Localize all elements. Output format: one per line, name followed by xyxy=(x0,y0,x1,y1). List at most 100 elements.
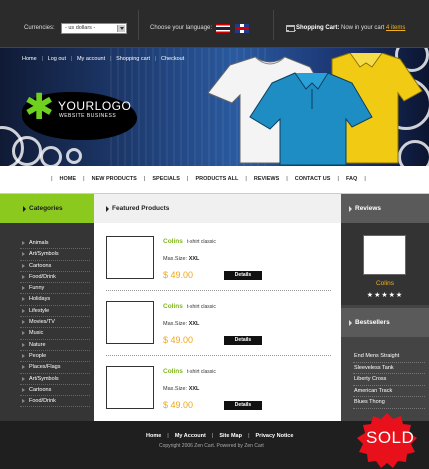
footer-links: Home | My Account | Site Map | Privacy Notice xyxy=(146,433,294,439)
bestsellers-title: Bestsellers xyxy=(355,319,390,326)
nav-products-all[interactable]: PRODUCTS ALL xyxy=(195,176,238,182)
category-label: Food/Drink xyxy=(29,398,56,405)
currency-select[interactable]: - us dollars - xyxy=(61,23,127,34)
language-label: Choose your language: xyxy=(150,25,213,31)
cart-label: Shopping Cart: xyxy=(296,25,340,31)
category-label: Nature xyxy=(29,341,46,348)
category-label: Places/Flags xyxy=(29,364,61,371)
product-name[interactable]: Colins xyxy=(163,238,183,245)
category-label: Music xyxy=(29,330,44,337)
featured-header: Featured Products xyxy=(94,194,341,223)
category-item[interactable]: Lifestyle xyxy=(20,306,90,318)
divider xyxy=(106,355,331,356)
nav-home[interactable]: HOME xyxy=(60,176,77,182)
bullet-icon xyxy=(22,376,25,381)
header-link-logout[interactable]: Log out xyxy=(48,56,66,62)
bestseller-item[interactable]: American Track xyxy=(353,386,425,397)
review-product-name[interactable]: Colins xyxy=(341,280,429,287)
bestseller-item[interactable]: Blues Thong xyxy=(353,397,425,409)
category-item[interactable]: Movies/TV xyxy=(20,317,90,329)
shopping-cart-icon[interactable] xyxy=(285,24,296,32)
nav-reviews[interactable]: REVIEWS xyxy=(254,176,279,182)
category-label: Lifestyle xyxy=(29,307,50,314)
footer-link-home[interactable]: Home xyxy=(146,433,161,439)
category-item[interactable]: Cartoons xyxy=(20,385,90,397)
cart-text: Now in your cart xyxy=(341,25,385,31)
cart-items-link[interactable]: 4 items xyxy=(386,25,405,31)
bullet-icon xyxy=(22,241,25,245)
product-name[interactable]: Colins xyxy=(163,368,183,375)
logo-subtitle: WEBSITE BUSINESS xyxy=(59,113,117,119)
category-item[interactable]: Music xyxy=(20,328,90,340)
footer-link-sitemap[interactable]: Site Map xyxy=(219,433,242,439)
bullet-icon xyxy=(22,297,25,302)
category-item[interactable]: Nature xyxy=(20,340,90,351)
categories-header: Categories xyxy=(0,194,94,223)
category-label: Cartoons xyxy=(29,386,52,393)
product-image[interactable] xyxy=(106,236,154,279)
details-button[interactable]: Details xyxy=(224,401,262,410)
product-size: Max.Size: XXL xyxy=(163,321,199,327)
bestseller-item[interactable]: Sleeveless Tank xyxy=(353,363,425,374)
product-card: Colins t-shirt classic Max.Size: XXL $ 4… xyxy=(106,360,331,425)
header-link-cart[interactable]: Shopping cart xyxy=(116,56,150,62)
category-item[interactable]: Holidays xyxy=(20,294,90,306)
header-link-account[interactable]: My account xyxy=(77,56,105,62)
header-link-checkout[interactable]: Checkout xyxy=(161,56,184,62)
category-item[interactable]: Art/Symbols xyxy=(20,374,90,385)
product-price: $ 49.00 xyxy=(163,400,194,410)
product-image[interactable] xyxy=(106,301,154,344)
divider xyxy=(106,290,331,291)
nav-specials[interactable]: SPECIALS xyxy=(152,176,180,182)
chevron-down-icon[interactable] xyxy=(117,25,125,32)
nav-faq[interactable]: FAQ xyxy=(346,176,357,182)
review-box: Colins ★★★★★ xyxy=(341,223,429,305)
bullet-icon xyxy=(22,320,25,325)
product-name[interactable]: Colins xyxy=(163,303,183,310)
thai-flag-icon[interactable] xyxy=(216,24,230,33)
footer-link-privacy[interactable]: Privacy Notice xyxy=(256,433,294,439)
bestseller-item[interactable]: Liberty Cross xyxy=(353,374,425,386)
category-label: Food/Drink xyxy=(29,273,56,280)
category-item[interactable]: Food/Drink xyxy=(20,396,90,408)
bullet-icon xyxy=(22,399,25,404)
category-item[interactable]: Cartoons xyxy=(20,261,90,272)
product-size: Max.Size: XXL xyxy=(163,256,199,262)
details-button[interactable]: Details xyxy=(224,336,262,345)
arrow-right-icon xyxy=(349,206,352,212)
header-banner: Home | Log out | My account | Shopping cart… xyxy=(0,48,429,166)
bestseller-item[interactable]: End Mens Straight xyxy=(353,351,425,363)
categories-title: Categories xyxy=(29,205,63,212)
footer-link-account[interactable]: My Account xyxy=(175,433,206,439)
uk-flag-icon[interactable] xyxy=(235,24,249,33)
category-label: Art/Symbols xyxy=(29,375,59,382)
review-product-image[interactable] xyxy=(363,235,406,275)
category-item[interactable]: Places/Flags xyxy=(20,362,90,374)
bestsellers-header: Bestsellers xyxy=(341,308,429,337)
decorative-circle xyxy=(40,146,62,166)
category-item[interactable]: Art/Symbols xyxy=(20,249,90,261)
top-bar: Currencies: - us dollars - Choose your l… xyxy=(0,0,429,48)
product-card: Colins t-shirt classic Max.Size: XXL $ 4… xyxy=(106,295,331,360)
logo-text[interactable]: YOURLOGO xyxy=(58,99,131,113)
header-link-home[interactable]: Home xyxy=(22,56,37,62)
t-shirts-image xyxy=(207,53,423,166)
nav-new-products[interactable]: NEW PRODUCTS xyxy=(92,176,137,182)
details-button[interactable]: Details xyxy=(224,271,262,280)
bullet-icon xyxy=(22,286,25,291)
bullet-icon xyxy=(22,274,25,279)
bullet-icon xyxy=(22,365,25,370)
category-item[interactable]: Food/Drink xyxy=(20,272,90,284)
category-item[interactable]: Funny xyxy=(20,283,90,295)
bullet-icon xyxy=(22,353,25,358)
nav-contact-us[interactable]: CONTACT US xyxy=(295,176,331,182)
category-item[interactable]: Animals xyxy=(20,238,90,250)
product-description: t-shirt classic xyxy=(187,304,216,310)
category-item[interactable]: People xyxy=(20,351,90,363)
main-nav: | HOME | NEW PRODUCTS | SPECIALS | PRODUCTS ALL… xyxy=(0,166,429,194)
copyright: Copyright 2006 Zen Cart. Powered by Zen … xyxy=(159,443,264,449)
cart-status: Shopping Cart: Now in your cart 4 items xyxy=(296,25,405,31)
bullet-icon xyxy=(22,387,25,392)
featured-title: Featured Products xyxy=(112,205,170,212)
product-image[interactable] xyxy=(106,366,154,409)
